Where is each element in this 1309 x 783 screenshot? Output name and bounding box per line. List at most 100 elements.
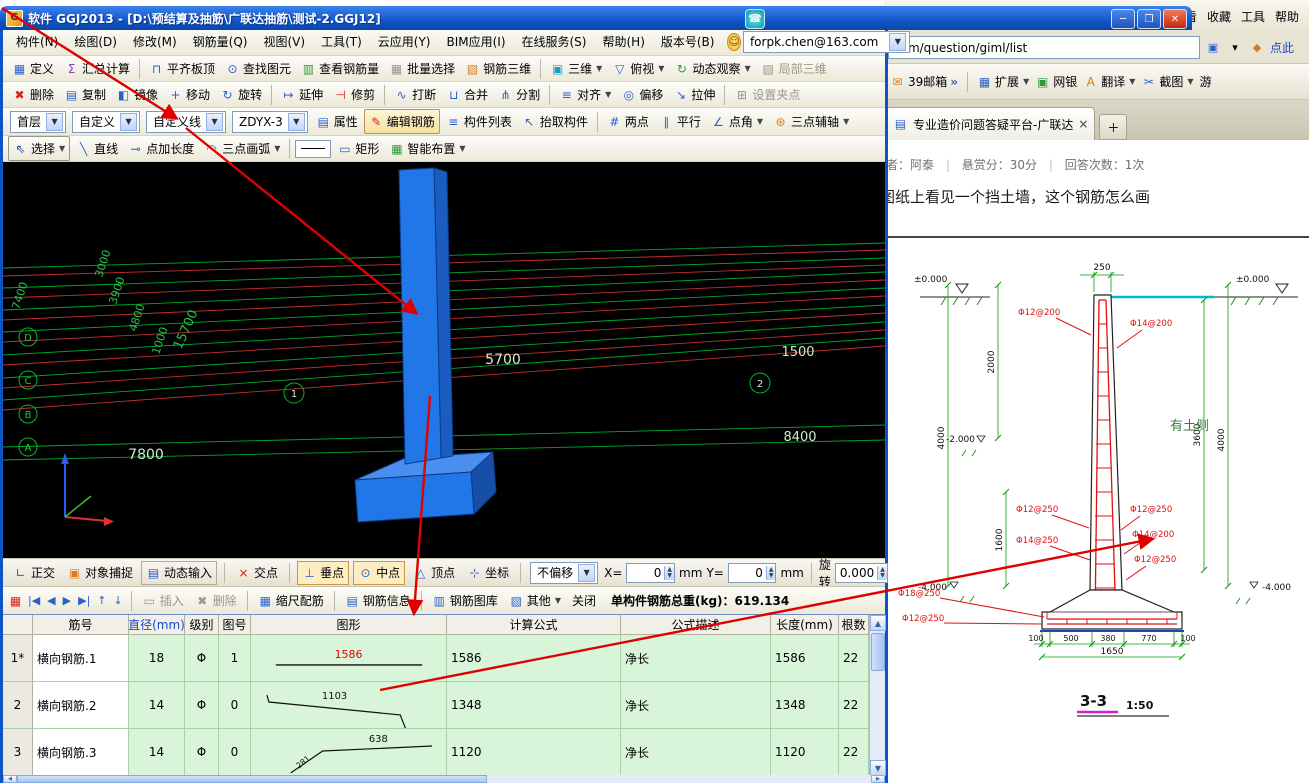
menu-version[interactable]: 版本号(B) xyxy=(654,30,722,53)
spinner-arrows-icon[interactable]: ▲▼ xyxy=(766,566,776,580)
rebar-name-cell[interactable]: 横向钢筋.1 xyxy=(33,635,129,682)
table-horizontal-scrollbar[interactable]: ◀ ▶ xyxy=(3,775,885,783)
qty-cell[interactable]: 22 xyxy=(839,682,869,729)
diameter-cell[interactable]: 14 xyxy=(129,682,185,729)
spinner-arrows-icon[interactable]: ▲▼ xyxy=(664,566,674,580)
top-view-button[interactable]: ▽俯视▼ xyxy=(608,57,668,80)
delete-button[interactable]: ✖删除 xyxy=(8,83,58,106)
ortho-toggle[interactable]: ∟正交 xyxy=(9,562,59,584)
browser-menu-tools[interactable]: 工具 xyxy=(1241,8,1265,25)
pick-component-button[interactable]: ↖抬取构件 xyxy=(518,110,592,133)
app-titlebar[interactable]: G 软件 GGJ2013 - [D:\预结算及抽筋\广联达抽筋\测试-2.GGJ… xyxy=(0,6,1192,30)
col-name[interactable]: 筋号 xyxy=(33,615,129,635)
osnap-toggle[interactable]: ▣对象捕捉 xyxy=(63,562,137,584)
menu-help[interactable]: 帮助(H) xyxy=(595,30,651,53)
qty-cell[interactable]: 22 xyxy=(839,729,869,776)
orbit-button[interactable]: ↻动态观察▼ xyxy=(670,57,754,80)
view-3d-button[interactable]: ▣三维▼ xyxy=(546,57,606,80)
level-cell[interactable]: Φ xyxy=(185,729,219,776)
close-panel-button[interactable]: 关闭 xyxy=(568,589,600,612)
mirror-button[interactable]: ◧镜像 xyxy=(112,83,162,106)
batch-select-button[interactable]: ▦批量选择 xyxy=(385,57,459,80)
qty-cell[interactable]: 22 xyxy=(839,635,869,682)
diameter-cell[interactable]: 14 xyxy=(129,729,185,776)
browser-menu-help[interactable]: 帮助 xyxy=(1275,8,1299,25)
rebar-3d-button[interactable]: ▧钢筋三维 xyxy=(461,57,535,80)
figure-no-cell[interactable]: 0 xyxy=(219,729,251,776)
insert-row-button[interactable]: ▭插入 xyxy=(138,589,188,612)
trim-button[interactable]: ⊣修剪 xyxy=(329,83,379,106)
bookmark-translate[interactable]: A 翻译 ▼ xyxy=(1083,73,1135,90)
last-row-button[interactable]: ▶| xyxy=(76,594,92,607)
next-row-button[interactable]: ▶ xyxy=(61,594,73,607)
align-button[interactable]: ≡对齐▼ xyxy=(555,83,615,106)
dropdown-arrow-icon[interactable]: ▾ xyxy=(1226,39,1244,57)
formula-cell[interactable]: 1120 xyxy=(447,729,621,776)
table-vertical-scrollbar[interactable]: ▲ ▼ xyxy=(869,615,885,776)
rebar-library-button[interactable]: ▥钢筋图库 xyxy=(428,589,502,612)
table-row[interactable]: 2 横向钢筋.2 14 Φ 0 1103 65 1348 净长 1348 22 xyxy=(3,682,885,729)
figure-no-cell[interactable]: 1 xyxy=(219,635,251,682)
formula-desc-cell[interactable]: 净长 xyxy=(621,729,771,776)
shape-cell[interactable]: 1103 65 xyxy=(251,682,447,729)
col-shape[interactable]: 图形 xyxy=(251,615,447,635)
point-angle-button[interactable]: ∠点角▼ xyxy=(707,110,767,133)
rotate-input[interactable]: 0.000▲▼ xyxy=(835,563,888,583)
snap-coordinate-toggle[interactable]: ⊹坐标 xyxy=(463,562,513,584)
length-cell[interactable]: 1120 xyxy=(771,729,839,776)
copy-button[interactable]: ▤复制 xyxy=(60,83,110,106)
break-button[interactable]: ∿打断 xyxy=(390,83,440,106)
url-bar[interactable]: com/question/giml/list xyxy=(888,36,1200,59)
browser-tab[interactable]: ▤ 专业造价问题答疑平台-广联达 × xyxy=(886,107,1095,140)
edit-rebar-button[interactable]: ✎编辑钢筋 xyxy=(364,109,440,134)
x-coordinate-input[interactable]: 0▲▼ xyxy=(626,563,675,583)
bookmark-game[interactable]: 游 xyxy=(1200,73,1212,90)
browser-menu-favorites[interactable]: 收藏 xyxy=(1207,8,1231,25)
element-type-selector[interactable]: 自定义线▼ xyxy=(146,111,226,133)
scale-rebar-button[interactable]: ▦缩尺配筋 xyxy=(254,589,328,612)
rebar-info-button[interactable]: ▤钢筋信息 xyxy=(341,589,415,612)
select-button[interactable]: ⇖选择▼ xyxy=(8,136,70,161)
prev-row-button[interactable]: ◀ xyxy=(45,594,57,607)
linestyle-preview[interactable] xyxy=(295,140,331,158)
move-down-button[interactable]: ↓ xyxy=(112,594,125,607)
extend-button[interactable]: ↦延伸 xyxy=(277,83,327,106)
addon-icon[interactable]: ◆ xyxy=(1248,39,1266,57)
three-point-axis-button[interactable]: ⊛三点辅轴▼ xyxy=(769,110,853,133)
menu-cloud[interactable]: 云应用(Y) xyxy=(371,30,438,53)
floor-selector[interactable]: 首层▼ xyxy=(10,111,66,133)
length-cell[interactable]: 1348 xyxy=(771,682,839,729)
first-row-button[interactable]: |◀ xyxy=(26,594,42,607)
scrollbar-track[interactable] xyxy=(487,775,871,783)
grip-settings-button[interactable]: ⊞设置夹点 xyxy=(730,83,804,106)
scroll-up-icon[interactable]: ▲ xyxy=(870,615,886,631)
col-diameter[interactable]: 直径(mm) xyxy=(129,615,185,635)
messenger-icon[interactable]: ☎ xyxy=(745,9,765,29)
smart-layout-button[interactable]: ▦智能布置▼ xyxy=(385,137,469,160)
find-element-button[interactable]: ⊙查找图元 xyxy=(221,57,295,80)
partial-3d-button[interactable]: ▨局部三维 xyxy=(757,57,831,80)
move-up-button[interactable]: ↑ xyxy=(95,594,108,607)
formula-cell[interactable]: 1586 xyxy=(447,635,621,682)
rebar-name-cell[interactable]: 横向钢筋.3 xyxy=(33,729,129,776)
element-name-selector[interactable]: ZDYX-3▼ xyxy=(232,111,308,133)
scrollbar-thumb[interactable] xyxy=(17,775,487,783)
component-list-button[interactable]: ≡构件列表 xyxy=(442,110,516,133)
properties-button[interactable]: ▤属性 xyxy=(312,110,362,133)
bookmark-mail[interactable]: ✉ 39邮箱 » xyxy=(890,73,958,90)
menu-view[interactable]: 视图(V) xyxy=(256,30,312,53)
bookmark-screenshot[interactable]: ✂ 截图 ▼ xyxy=(1141,73,1193,90)
close-button[interactable]: ✕ xyxy=(1163,9,1187,29)
col-level[interactable]: 级别 xyxy=(185,615,219,635)
scroll-down-icon[interactable]: ▼ xyxy=(870,760,886,776)
promo-link[interactable]: 点此 xyxy=(1270,39,1294,56)
level-cell[interactable]: Φ xyxy=(185,682,219,729)
capture-icon[interactable]: ▣ xyxy=(1204,39,1222,57)
offset-mode-selector[interactable]: 不偏移▼ xyxy=(530,562,598,584)
account-selector[interactable]: forpk.chen@163.com ▼ xyxy=(743,31,910,53)
rebar-name-cell[interactable]: 横向钢筋.2 xyxy=(33,682,129,729)
dynamic-input-toggle[interactable]: ▤动态输入 xyxy=(141,561,217,585)
col-qty[interactable]: 根数 xyxy=(839,615,869,635)
tab-close-icon[interactable]: × xyxy=(1078,117,1088,131)
menu-rebar-qty[interactable]: 钢筋量(Q) xyxy=(186,30,255,53)
